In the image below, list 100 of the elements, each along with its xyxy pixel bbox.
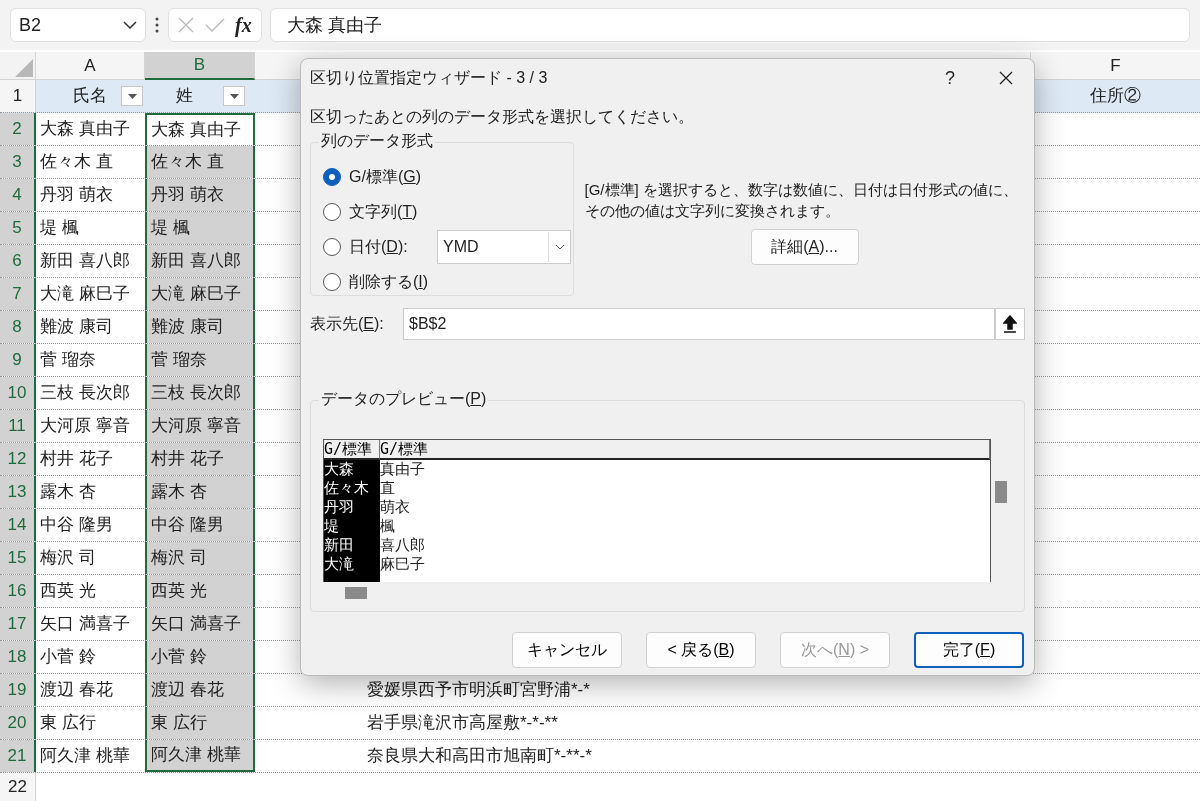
preview-cell-text: 新田 <box>324 536 355 555</box>
table-cell-text: 大滝 麻巳子 <box>151 283 241 306</box>
table-cell-text: 阿久津 桃華 <box>40 745 130 768</box>
table-cell-text: 阿久津 桃華 <box>151 744 241 767</box>
row-header[interactable]: 14 <box>0 509 36 541</box>
row-header[interactable]: 18 <box>0 641 36 673</box>
radio-label: 日付(D): <box>349 237 409 257</box>
row-header[interactable]: 1 <box>0 80 36 112</box>
radio-button[interactable] <box>323 168 341 186</box>
preview-column[interactable]: G/標準 大森 佐々木 丹羽 堤 新田 大滝 <box>324 440 380 582</box>
row-header[interactable]: 7 <box>0 278 36 310</box>
row-header[interactable]: 10 <box>0 377 36 409</box>
row-header[interactable]: 12 <box>0 443 36 475</box>
preview-cell-text: 直 <box>380 479 396 498</box>
table-cell-text: 西英 光 <box>151 580 207 603</box>
table-cell-text: 村井 花子 <box>40 448 113 471</box>
radio-button[interactable] <box>323 238 341 256</box>
table-cell-text: 西英 光 <box>40 580 96 603</box>
row-header[interactable]: 2 <box>0 113 36 145</box>
table-header-cell-text: 氏名 <box>73 85 107 108</box>
radio-button[interactable] <box>323 203 341 221</box>
row-header[interactable]: 4 <box>0 179 36 211</box>
table-cell-text: 堤 楓 <box>40 217 79 240</box>
name-box[interactable]: B2 <box>10 8 146 42</box>
check-icon[interactable] <box>204 18 225 32</box>
row-header[interactable]: 5 <box>0 212 36 244</box>
column-header[interactable]: F <box>1030 52 1200 80</box>
dialog-title: 区切り位置指定ウィザード - 3 / 3 <box>310 68 549 88</box>
row-header[interactable]: 3 <box>0 146 36 178</box>
table-cell-text: 大滝 麻巳子 <box>40 283 130 306</box>
table-cell-text: 露木 杏 <box>151 481 207 504</box>
table-cell-text: 大森 真由子 <box>40 118 130 141</box>
caret-icon <box>229 93 239 99</box>
table-cell-text: 新田 喜八郎 <box>40 250 130 273</box>
row-header[interactable]: 17 <box>0 608 36 640</box>
table-cell-text: 露木 杏 <box>40 481 96 504</box>
row-header[interactable]: 9 <box>0 344 36 376</box>
corner-triangle-icon <box>15 59 33 77</box>
table-cell-text: 梅沢 司 <box>151 547 207 570</box>
preview-cell-text: 喜八郎 <box>380 536 426 555</box>
more-icon[interactable] <box>154 17 160 33</box>
row-header[interactable]: 11 <box>0 410 36 442</box>
row-header[interactable]: 21 <box>0 740 36 772</box>
preview-cell-text: 真由子 <box>380 460 426 479</box>
horizontal-scrollbar-thumb[interactable] <box>345 587 367 599</box>
help-button[interactable]: ? <box>922 59 978 97</box>
chevron-down-icon <box>554 244 565 250</box>
column-header[interactable]: A <box>36 52 145 80</box>
date-format-dropdown[interactable]: YMD <box>437 230 571 264</box>
preview-cell-text: 大滝 <box>324 555 355 574</box>
advanced-button[interactable]: 詳細(A)... <box>750 229 859 265</box>
table-cell-text: 三枝 長次郎 <box>151 382 241 405</box>
row-header[interactable]: 8 <box>0 311 36 343</box>
destination-field[interactable]: $B$2 <box>403 308 995 340</box>
collapse-dialog-button[interactable] <box>995 308 1025 340</box>
row-header[interactable]: 6 <box>0 245 36 277</box>
table-cell-text: 佐々木 直 <box>151 151 224 174</box>
table-cell-text: 矢口 満喜子 <box>151 613 241 636</box>
table-header-cell-text: 住所② <box>1089 85 1141 108</box>
vertical-scrollbar-thumb[interactable] <box>995 481 1007 503</box>
filter-dropdown-button[interactable] <box>121 86 143 106</box>
column-header[interactable]: B <box>145 52 255 80</box>
preview-cell-text: 佐々木 <box>324 479 370 498</box>
radio-label: 文字列(T) <box>349 202 419 222</box>
filter-dropdown-button[interactable] <box>223 86 245 106</box>
preview-cell-text: 丹羽 <box>324 498 355 517</box>
table-cell-text: 愛媛県西予市明浜町宮野浦*-* <box>367 679 590 702</box>
preview-cell-text: 麻巳子 <box>380 555 426 574</box>
table-cell-text: 難波 康司 <box>151 316 224 339</box>
table-cell-text: 岩手県滝沢市高屋敷*-*-** <box>367 712 558 735</box>
row-header[interactable]: 22 <box>0 773 36 801</box>
insert-function-button[interactable]: fx <box>235 10 252 40</box>
table-cell-text: 三枝 長次郎 <box>40 382 130 405</box>
table-cell-text: 堤 楓 <box>151 217 190 240</box>
row-header[interactable]: 20 <box>0 707 36 739</box>
radio-label: 削除する(I) <box>349 272 430 292</box>
formula-field[interactable]: 大森 真由子 <box>270 8 1190 42</box>
radio-label: G/標準(G) <box>349 167 422 187</box>
radio-button[interactable] <box>323 273 341 291</box>
preview-column[interactable]: G/標準 真由子 直 萌衣 楓 喜八郎 麻巳子 <box>380 440 990 582</box>
dialog-button[interactable]: 完了(F) <box>914 632 1024 668</box>
row-header[interactable]: 15 <box>0 542 36 574</box>
table-cell-text: 東 広行 <box>151 712 207 735</box>
row-header[interactable]: 19 <box>0 674 36 706</box>
row-header[interactable]: 16 <box>0 575 36 607</box>
table-header-cell-text: 姓 <box>176 85 193 108</box>
close-icon <box>999 71 1013 85</box>
dialog-button[interactable]: キャンセル <box>512 632 622 668</box>
table-cell-text: 菅 瑠奈 <box>151 349 207 372</box>
table-cell-text: 梅沢 司 <box>40 547 96 570</box>
table-cell-text: 渡辺 春花 <box>151 679 224 702</box>
chevron-down-icon <box>123 21 137 29</box>
preview-cell-text: 楓 <box>380 517 396 536</box>
preview-cell-text: 大森 <box>324 460 355 479</box>
dialog-button[interactable]: < 戻る(B) <box>646 632 756 668</box>
table-cell-text: 中谷 隆男 <box>40 514 113 537</box>
table-cell-text: 大森 真由子 <box>151 119 241 142</box>
table-cell-text: 渡辺 春花 <box>40 679 113 702</box>
destination-label: 表示先(E): <box>310 314 385 334</box>
row-header[interactable]: 13 <box>0 476 36 508</box>
